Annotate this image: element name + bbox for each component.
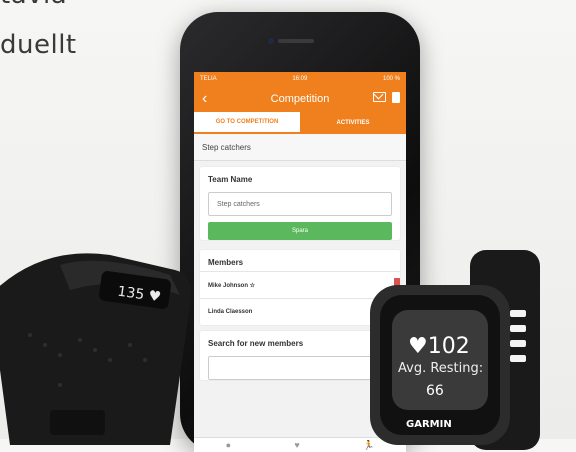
garmin-label: Avg. Resting: — [398, 361, 483, 376]
team-name-heading: Team Name — [208, 175, 253, 184]
team-name-input[interactable]: Step catchers — [208, 192, 392, 216]
tab-go-to-competition[interactable]: GO TO COMPETITION — [194, 112, 300, 134]
tab-bar: GO TO COMPETITION ACTIVITIES — [194, 112, 406, 134]
front-camera — [268, 38, 274, 44]
heart-glyph: ♥ — [408, 334, 428, 359]
team-title: Step catchers — [194, 134, 406, 161]
profile-icon[interactable]: ● — [226, 440, 231, 450]
nav-title: Competition — [270, 93, 330, 105]
mail-icon[interactable] — [373, 92, 386, 102]
member-name: Mike Johnson ☆ — [208, 282, 256, 289]
heart-icon[interactable]: ♥ — [294, 440, 299, 450]
save-button[interactable]: Spara — [208, 222, 392, 240]
svg-text:♥102: ♥102 — [408, 334, 470, 359]
earpiece-speaker — [278, 39, 314, 43]
garmin-value: 66 — [426, 383, 444, 399]
nav-bar: ‹ Competition — [194, 86, 406, 112]
status-bar: TELIA 16:09 100 % — [194, 72, 406, 86]
background-text-line1: tävla — [0, 0, 67, 10]
time-label: 16:09 — [292, 76, 308, 82]
garmin-heart-rate: 102 — [428, 334, 470, 359]
team-name-card: Team Name Step catchers Spara — [200, 167, 400, 240]
carrier-label: TELIA — [200, 76, 217, 82]
tab-activities[interactable]: ACTIVITIES — [300, 112, 406, 134]
garmin-brand: GARMIN — [406, 419, 452, 430]
chevron-left-icon[interactable]: ‹ — [202, 90, 207, 108]
fitbit-band: 135 ♥ — [0, 253, 191, 445]
background-text-line2: duellt — [0, 30, 77, 60]
battery-label: 100 % — [382, 76, 400, 82]
garmin-watch: ♥102 Avg. Resting: 66 GARMIN — [370, 250, 540, 450]
member-name: Linda Claesson — [208, 309, 253, 315]
document-icon[interactable] — [392, 92, 400, 103]
